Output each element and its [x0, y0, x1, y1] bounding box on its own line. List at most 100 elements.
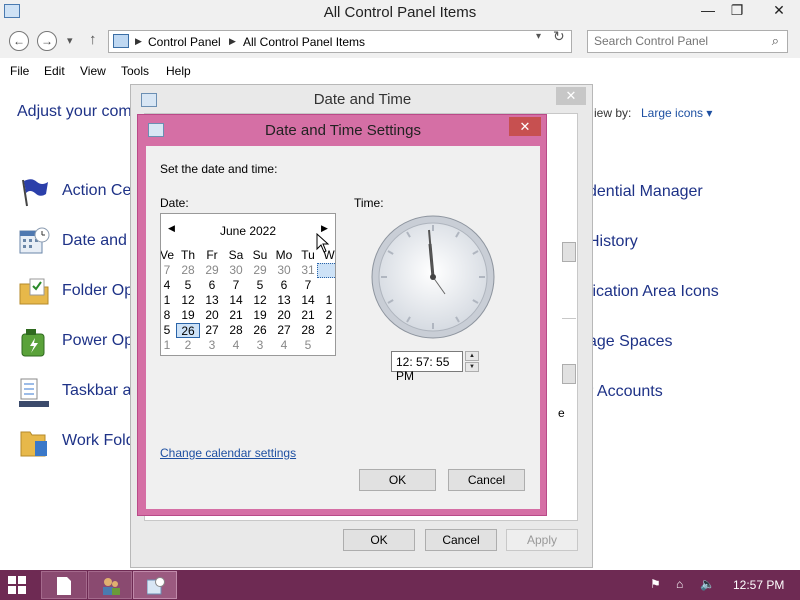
calendar-day[interactable]: 12	[248, 293, 272, 308]
time-field[interactable]: 12: 57: 55 PM	[391, 351, 463, 383]
menu-edit[interactable]: Edit	[44, 64, 65, 78]
calendar-day[interactable]: 7	[224, 278, 248, 293]
calendar-day[interactable]: 13	[200, 293, 224, 308]
spin-up-icon[interactable]: ▲	[465, 351, 479, 361]
calendar-day[interactable]: 1	[317, 293, 335, 308]
calendar-day[interactable]: 6	[200, 278, 224, 293]
folder-options-item[interactable]: Folder Op	[18, 274, 138, 310]
calendar-day[interactable]: 3	[248, 338, 272, 353]
menu-tools[interactable]: Tools	[121, 64, 149, 78]
calendar-month[interactable]: June 2022	[161, 224, 335, 238]
dialog-title: Date and Time	[313, 91, 412, 108]
calendar-day[interactable]	[317, 263, 335, 278]
calendar-day[interactable]: 2	[317, 308, 335, 323]
taskbar-app-notepad[interactable]	[41, 571, 87, 599]
calendar-day[interactable]: 19	[176, 308, 200, 323]
partial-text: e	[558, 406, 565, 420]
calendar-day[interactable]: 2	[176, 338, 200, 353]
calendar-day[interactable]: 5	[248, 278, 272, 293]
power-options-label: Power Op	[62, 332, 134, 349]
calendar-day[interactable]: 20	[200, 308, 224, 323]
calendar-day[interactable]: 30	[224, 263, 248, 278]
calendar-day[interactable]: 28	[176, 263, 200, 278]
file-history-link[interactable]: History	[588, 233, 638, 251]
calendar-day[interactable]: 29	[200, 263, 224, 278]
storage-spaces-link[interactable]: age Spaces	[588, 333, 673, 351]
cancel-button[interactable]: Cancel	[448, 469, 525, 491]
calendar-day[interactable]: 19	[248, 308, 272, 323]
control-panel-icon	[113, 34, 129, 48]
taskbar-clock[interactable]: 12:57 PM	[733, 578, 784, 592]
search-box[interactable]: ⌕	[587, 30, 788, 53]
menu-view[interactable]: View	[80, 64, 106, 78]
calendar-day[interactable]: 26	[248, 323, 272, 338]
taskbar-app-date-time[interactable]	[133, 571, 177, 599]
spin-down-icon[interactable]: ▼	[465, 362, 479, 372]
calendar-day[interactable]: 26	[176, 323, 200, 338]
calendar-day[interactable]: 27	[272, 323, 296, 338]
calendar-day[interactable]	[317, 338, 335, 353]
address-field[interactable]: ▶ Control Panel ▶ All Control Panel Item…	[108, 30, 572, 53]
ok-button[interactable]: OK	[359, 469, 436, 491]
credential-manager-link[interactable]: dential Manager	[588, 183, 703, 201]
menu-help[interactable]: Help	[166, 64, 191, 78]
back-arrow-icon[interactable]: ←	[9, 31, 29, 51]
recent-locations-icon[interactable]: ▾	[67, 34, 73, 47]
calendar-day[interactable]: 21	[224, 308, 248, 323]
calendar-day[interactable]: 12	[176, 293, 200, 308]
calendar-day[interactable]: 28	[224, 323, 248, 338]
calendar-day[interactable]: 6	[272, 278, 296, 293]
action-center-item[interactable]: Action Cen	[18, 174, 140, 210]
calendar-day[interactable]: 4	[224, 338, 248, 353]
partial-button[interactable]	[562, 364, 576, 384]
close-button[interactable]: ✕	[556, 87, 586, 105]
taskbar-app-users[interactable]	[88, 571, 132, 599]
breadcrumb-control-panel[interactable]: Control Panel	[148, 35, 221, 49]
address-dropdown-icon[interactable]: ▾	[536, 31, 541, 42]
calendar-day-of-week: Th	[180, 248, 195, 262]
menu-file[interactable]: File	[10, 64, 29, 78]
breadcrumb-separator-icon[interactable]: ▶	[229, 36, 236, 47]
power-options-item[interactable]: Power Op	[18, 324, 138, 360]
calendar-day[interactable]: 3	[200, 338, 224, 353]
calendar-day[interactable]: 27	[200, 323, 224, 338]
work-folders-item[interactable]: Work Fold	[18, 424, 138, 460]
minimize-button[interactable]: —	[693, 2, 723, 18]
calendar-day[interactable]: 13	[272, 293, 296, 308]
forward-arrow-icon[interactable]: →	[37, 31, 57, 51]
close-button[interactable]: ✕	[764, 2, 794, 19]
action-center-flag-icon[interactable]: ⚑	[650, 577, 661, 591]
calendar-day[interactable]: 5	[176, 278, 200, 293]
windows-start-icon[interactable]	[8, 576, 26, 594]
change-calendar-settings-link[interactable]: Change calendar settings	[160, 446, 296, 460]
calendar-day[interactable]: 14	[224, 293, 248, 308]
date-and-time-item[interactable]: Date and T	[18, 224, 141, 260]
speaker-muted-icon[interactable]: 🔈	[700, 577, 715, 591]
search-input[interactable]	[594, 34, 764, 48]
user-accounts-link[interactable]: r Accounts	[588, 383, 663, 401]
calendar-day[interactable]: 20	[272, 308, 296, 323]
calendar[interactable]: ◀ June 2022 ▶ Ve Th Fr Sa Su Mo Tu W 7 28 29 30 29 30…	[160, 213, 336, 356]
calendar-day[interactable]: 30	[272, 263, 296, 278]
apply-button[interactable]: Apply	[506, 529, 578, 551]
network-icon[interactable]: ⌂	[676, 577, 683, 591]
maximize-button[interactable]: ❐	[722, 2, 752, 19]
refresh-icon[interactable]: ↻	[553, 28, 565, 45]
up-arrow-icon[interactable]: ↑	[89, 31, 97, 48]
taskbar-item[interactable]: Taskbar a	[18, 374, 138, 410]
calendar-day[interactable]: 29	[248, 263, 272, 278]
partial-button[interactable]	[562, 242, 576, 262]
breadcrumb-all-items[interactable]: All Control Panel Items	[243, 35, 365, 49]
close-button[interactable]: ✕	[509, 117, 541, 136]
address-bar: ← → ▾ ↑ ▶ Control Panel ▶ All Control Pa…	[0, 26, 800, 58]
ok-button[interactable]: OK	[343, 529, 415, 551]
calendar-day[interactable]: 4	[272, 338, 296, 353]
calendar-day[interactable]: 2	[317, 323, 335, 338]
breadcrumb-separator-icon[interactable]: ▶	[135, 36, 142, 47]
view-by-dropdown[interactable]: Large icons ▾	[641, 106, 712, 120]
calendar-day[interactable]	[317, 278, 335, 293]
search-icon[interactable]: ⌕	[772, 33, 779, 49]
cancel-button[interactable]: Cancel	[425, 529, 497, 551]
folder-options-label: Folder Op	[62, 282, 134, 299]
notification-area-icons-link[interactable]: fication Area Icons	[588, 283, 719, 301]
